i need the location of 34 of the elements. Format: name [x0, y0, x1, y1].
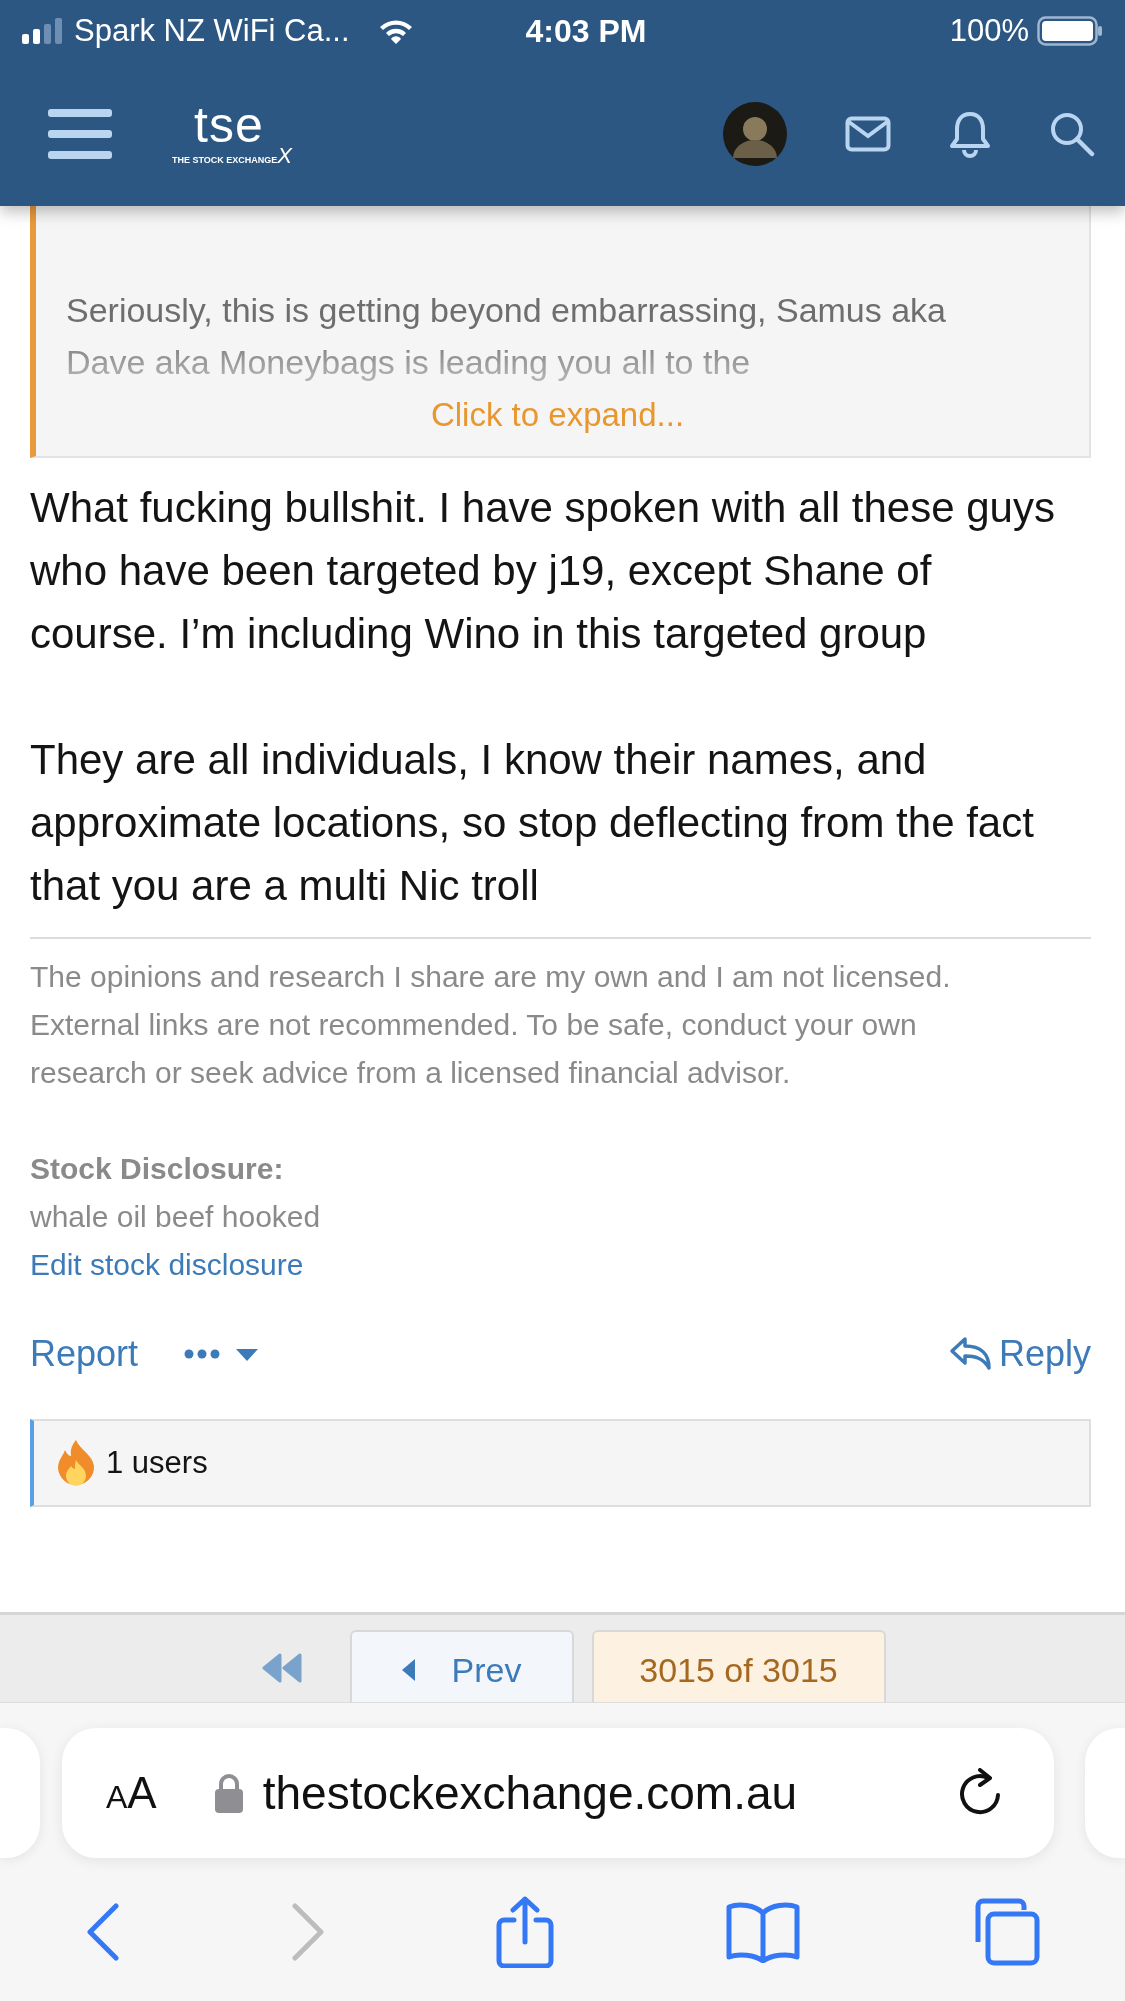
- signature-text: The opinions and research I share are my own and I am not licensed. External links are not recommended. To be safe, conduct your own research or seek advice from a licensed financial advisor.: [30, 959, 952, 1091]
- edit-disclosure-link[interactable]: Edit stock disclosure: [30, 1248, 304, 1281]
- quote-text: Seriously, this is getting beyond embarrassing, Samus aka Dave aka Moneybags is leading you all to the: [66, 290, 948, 383]
- battery-percent: 100%: [949, 13, 1029, 49]
- lock-icon: [214, 1773, 243, 1813]
- menu-icon[interactable]: [48, 107, 112, 161]
- post-paragraph: They are all individuals, I know their names, and approximate locations, so stop deflecting from the fact that you are a multi Nic troll: [30, 735, 1035, 911]
- report-link[interactable]: Report: [30, 1333, 139, 1375]
- search-icon[interactable]: [1049, 111, 1095, 157]
- site-logo[interactable]: tse THE STOCK EXCHANGEX: [172, 103, 293, 165]
- share-icon[interactable]: [495, 1896, 554, 1968]
- battery-icon: [1037, 16, 1103, 46]
- reply-link[interactable]: Reply: [948, 1333, 1091, 1375]
- disclosure-label: Stock Disclosure:: [30, 1151, 285, 1187]
- mail-icon[interactable]: [845, 116, 891, 152]
- text-size-button[interactable]: AA: [106, 1768, 157, 1818]
- current-page-button[interactable]: 3015 of 3015: [591, 1630, 886, 1702]
- reaction-count: 1 users: [106, 1445, 208, 1481]
- clock-time: 4:03 PM: [525, 12, 647, 49]
- signal-icon: [22, 18, 64, 44]
- address-bar[interactable]: AA thestockexchange.com.au: [62, 1728, 1054, 1858]
- avatar[interactable]: [723, 102, 787, 166]
- post-paragraph: What fucking bullshit. I have spoken with all these guys who have been targeted by j19, except Shane of course. I’m including Wino in this targeted group: [30, 483, 1056, 659]
- bookmarks-icon[interactable]: [724, 1901, 801, 1963]
- carrier-name: Spark NZ WiFi Ca...: [74, 13, 350, 49]
- back-icon[interactable]: [85, 1903, 120, 1961]
- caret-icon: [401, 1659, 416, 1681]
- notification-bell-icon[interactable]: [949, 110, 991, 158]
- url-text: thestockexchange.com.au: [262, 1766, 798, 1820]
- prev-page-button[interactable]: Prev: [349, 1630, 574, 1702]
- more-options-icon[interactable]: [184, 1346, 261, 1362]
- reply-icon: [948, 1335, 993, 1373]
- reactions-bar[interactable]: 1 users: [30, 1419, 1091, 1507]
- disclosure-text: whale oil beef hooked: [30, 1199, 322, 1235]
